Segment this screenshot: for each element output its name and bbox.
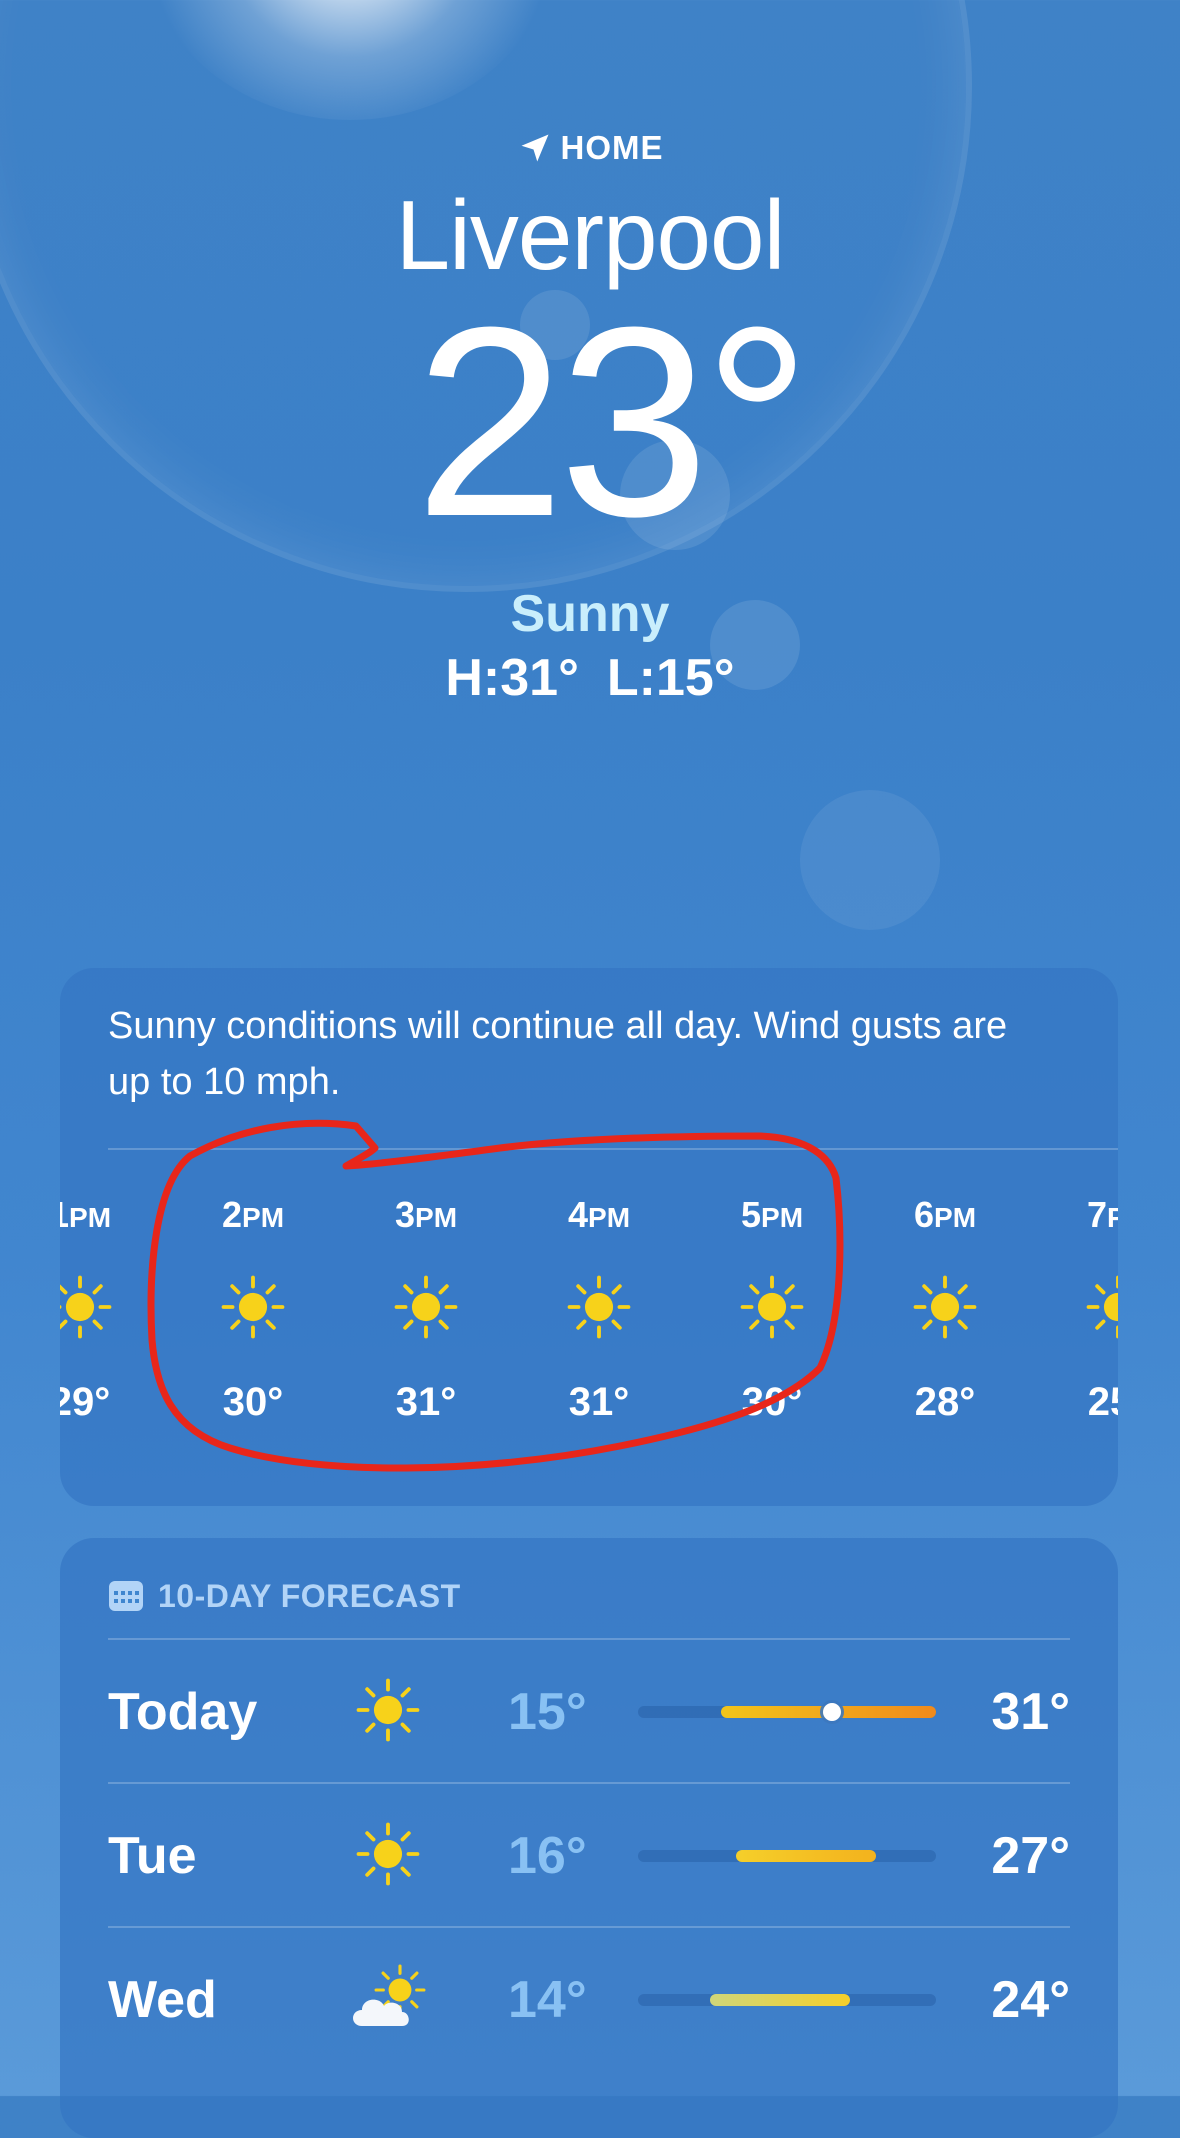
forecast-low: 14° — [508, 1971, 587, 2029]
forecast-day: Tue — [108, 1827, 197, 1885]
partly-cloudy-sun-icon — [348, 1962, 428, 2034]
location-arrow-icon — [521, 134, 548, 162]
temperature-range-bar — [638, 1994, 936, 2006]
location-label: HOME — [560, 129, 664, 166]
current-weather-header: HOME Liverpool 23° Sunny H:31° L:15° — [0, 120, 1180, 710]
current-temperature: 23° — [414, 272, 811, 573]
high-low: H:31° L:15° — [0, 646, 1180, 710]
forecast-high: 31° — [991, 1683, 1070, 1741]
forecast-low: 16° — [508, 1827, 587, 1885]
hourly-forecast-card[interactable]: Sunny conditions will continue all day. … — [60, 968, 1118, 1506]
lens-flare — [800, 790, 940, 930]
calendar-icon — [109, 1581, 143, 1611]
temperature-range-bar — [638, 1703, 936, 1721]
forecast-header: 10-DAY FORECAST — [108, 1570, 461, 1622]
high-temperature: H:31° — [445, 649, 579, 707]
forecast-row[interactable]: Today 15° 31° — [108, 1638, 1070, 1782]
red-annotation-circle — [147, 1119, 844, 1472]
temperature-range-fill — [709, 1994, 850, 2006]
forecast-title: 10-DAY FORECAST — [158, 1577, 461, 1614]
temperature-range-fill — [736, 1850, 877, 1862]
low-temperature: L:15° — [606, 649, 735, 707]
current-condition: Sunny — [510, 585, 670, 643]
current-temperature-marker — [822, 1703, 841, 1721]
sun-icon — [348, 1674, 428, 1746]
forecast-row[interactable]: Wed 14° 24° — [108, 1926, 1070, 2070]
forecast-high: 27° — [991, 1827, 1070, 1885]
location-label-row: HOME — [0, 120, 1180, 176]
forecast-high: 24° — [991, 1971, 1070, 2029]
forecast-day: Wed — [108, 1971, 217, 2029]
forecast-day: Today — [108, 1683, 258, 1741]
sun-icon — [348, 1818, 428, 1890]
forecast-low: 15° — [508, 1683, 587, 1741]
ten-day-forecast-card[interactable]: 10-DAY FORECAST Today 15° 31° Tue 16° 27° Wed … — [60, 1538, 1118, 2138]
forecast-row[interactable]: Tue 16° 27° — [108, 1782, 1070, 1926]
temperature-range-bar — [638, 1850, 936, 1862]
